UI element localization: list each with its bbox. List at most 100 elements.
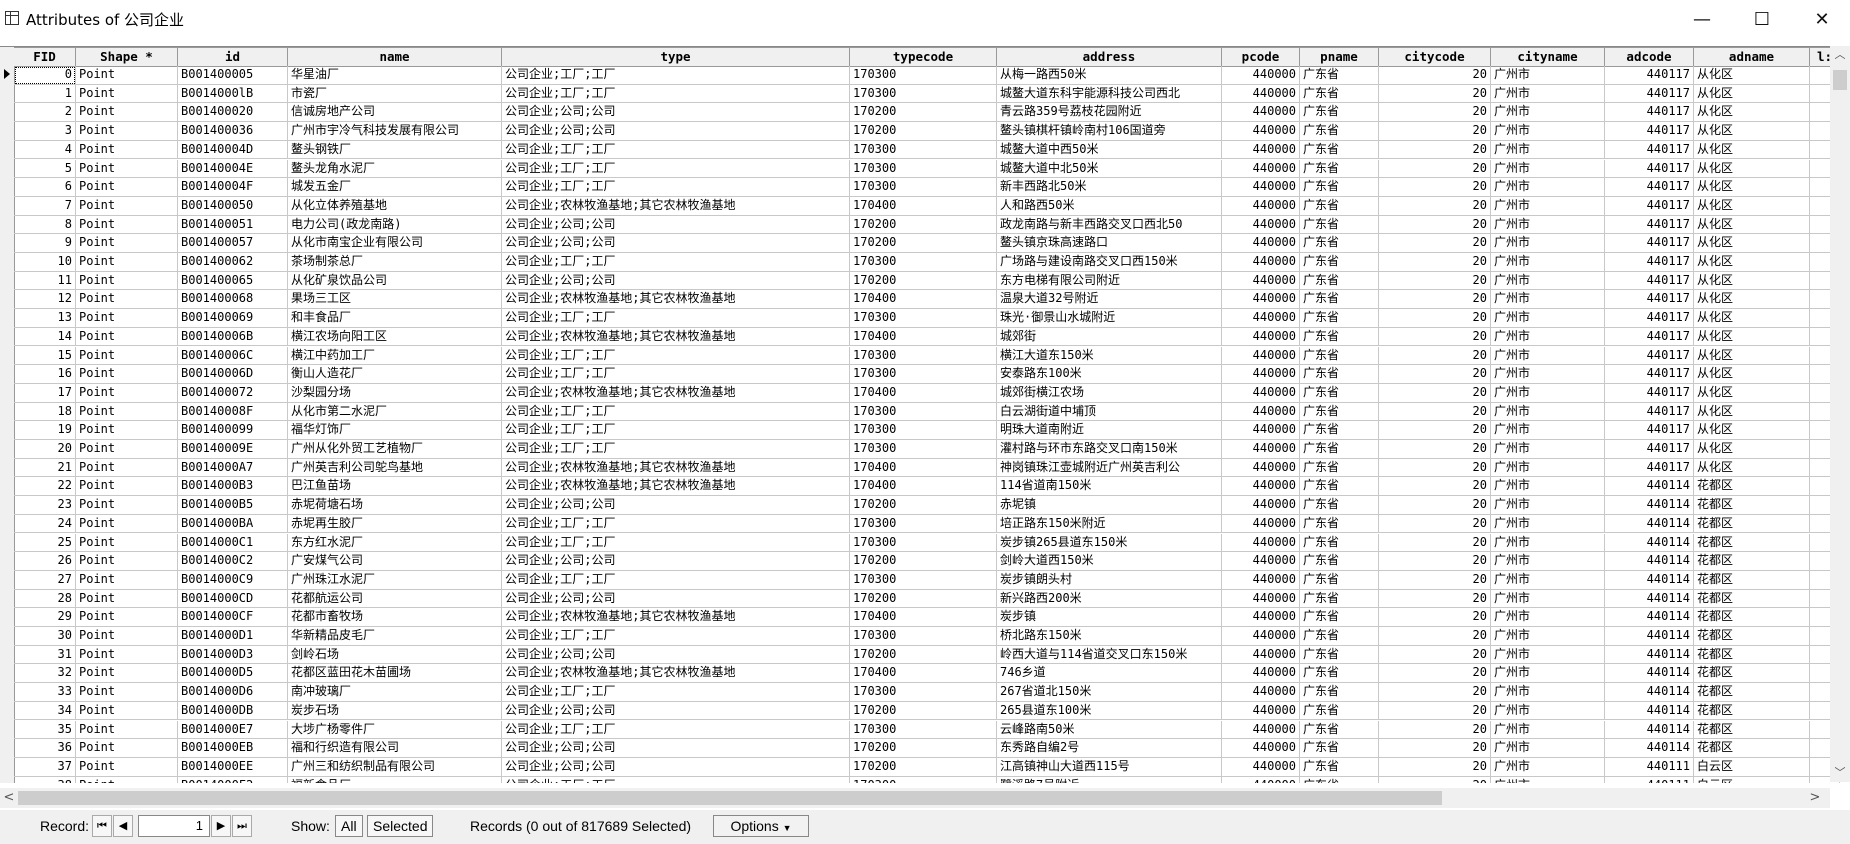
cell-adcode[interactable]: 440117 xyxy=(1605,103,1694,123)
table-row[interactable]: 25 Point B0014000C1 东方红水泥厂 公司企业;工厂;工厂 170300 炭… xyxy=(0,533,1850,553)
cell-typecode[interactable]: 170200 xyxy=(850,701,997,721)
table-row[interactable]: 3 Point B001400036 广州市宇冷气科技发展有限公司 公司企业;公司;公司… xyxy=(0,122,1850,141)
cell-cityname[interactable]: 广州市 xyxy=(1491,346,1605,366)
cell-pcode[interactable]: 440000 xyxy=(1222,383,1300,403)
cell-name[interactable]: 剑岭石场 xyxy=(288,645,502,665)
cell-name[interactable]: 鳌头龙角水泥厂 xyxy=(288,159,502,179)
cell-pname[interactable]: 广东省 xyxy=(1300,477,1379,497)
cell-cityname[interactable]: 广州市 xyxy=(1491,514,1605,534)
cell-shape[interactable]: Point xyxy=(76,589,178,609)
cell-shape[interactable]: Point xyxy=(76,608,178,627)
cell-typecode[interactable]: 170300 xyxy=(850,402,997,422)
cell-id[interactable]: B0014000A7 xyxy=(178,458,288,478)
cell-name[interactable]: 从化市第二水泥厂 xyxy=(288,402,502,422)
cell-adname[interactable]: 从化区 xyxy=(1694,159,1810,179)
cell-pcode[interactable]: 440000 xyxy=(1222,234,1300,253)
cell-address[interactable]: 人和路西50米 xyxy=(997,196,1222,216)
cell-pcode[interactable]: 440000 xyxy=(1222,477,1300,497)
cell-name[interactable]: 广州市宇冷气科技发展有限公司 xyxy=(288,122,502,141)
cell-citycode[interactable]: 20 xyxy=(1379,215,1491,235)
cell-type[interactable]: 公司企业;公司;公司 xyxy=(502,552,850,571)
cell-cityname[interactable]: 广州市 xyxy=(1491,402,1605,422)
cell-name[interactable]: 信诚房地产公司 xyxy=(288,103,502,123)
cell-address[interactable]: 城鳌大道东科宇能源科技公司西北 xyxy=(997,84,1222,104)
cell-pcode[interactable]: 440000 xyxy=(1222,514,1300,534)
cell-adcode[interactable]: 440117 xyxy=(1605,402,1694,422)
cell-name[interactable]: 巴江鱼苗场 xyxy=(288,477,502,497)
cell-type[interactable]: 公司企业;工厂;工厂 xyxy=(502,159,850,179)
show-all-button[interactable]: All xyxy=(335,815,363,837)
cell-adname[interactable]: 白云区 xyxy=(1694,776,1810,783)
cell-shape[interactable]: Point xyxy=(76,496,178,515)
cell-cityname[interactable]: 广州市 xyxy=(1491,421,1605,440)
cell-fid[interactable]: 26 xyxy=(14,552,76,571)
cell-fid[interactable]: 22 xyxy=(14,477,76,497)
cell-name[interactable]: 东方红水泥厂 xyxy=(288,533,502,553)
cell-fid[interactable]: 13 xyxy=(14,309,76,328)
cell-adcode[interactable]: 440114 xyxy=(1605,739,1694,758)
cell-fid[interactable]: 18 xyxy=(14,402,76,422)
cell-address[interactable]: 岭西大道与114省道交叉口东150米 xyxy=(997,645,1222,665)
cell-name[interactable]: 大埗广杨零件厂 xyxy=(288,720,502,740)
cell-address[interactable]: 267省道北150米 xyxy=(997,683,1222,702)
cell-type[interactable]: 公司企业;工厂;工厂 xyxy=(502,421,850,440)
cell-id[interactable]: B0014000CF xyxy=(178,608,288,627)
last-record-icon[interactable]: ⏭ xyxy=(232,815,252,837)
cell-id[interactable]: B0014000EE xyxy=(178,757,288,777)
cell-pname[interactable]: 广东省 xyxy=(1300,627,1379,646)
cell-adcode[interactable]: 440117 xyxy=(1605,253,1694,272)
cell-name[interactable]: 花都航运公司 xyxy=(288,589,502,609)
cell-typecode[interactable]: 170400 xyxy=(850,477,997,497)
cell-adcode[interactable]: 440114 xyxy=(1605,683,1694,702)
cell-cityname[interactable]: 广州市 xyxy=(1491,178,1605,197)
cell-type[interactable]: 公司企业;工厂;工厂 xyxy=(502,84,850,104)
cell-pname[interactable]: 广东省 xyxy=(1300,533,1379,553)
cell-pcode[interactable]: 440000 xyxy=(1222,701,1300,721)
cell-adcode[interactable]: 440114 xyxy=(1605,589,1694,609)
cell-cityname[interactable]: 广州市 xyxy=(1491,140,1605,160)
cell-fid[interactable]: 12 xyxy=(14,290,76,310)
cell-citycode[interactable]: 20 xyxy=(1379,309,1491,328)
cell-shape[interactable]: Point xyxy=(76,122,178,141)
cell-typecode[interactable]: 170300 xyxy=(850,627,997,646)
cell-id[interactable]: B001400072 xyxy=(178,383,288,403)
table-row[interactable]: 32 Point B0014000D5 花都区蓝田花木苗圃场 公司企业;农林牧渔基地;其… xyxy=(0,664,1850,684)
cell-pname[interactable]: 广东省 xyxy=(1300,66,1379,85)
cell-pname[interactable]: 广东省 xyxy=(1300,757,1379,777)
cell-adcode[interactable]: 440117 xyxy=(1605,309,1694,328)
cell-pname[interactable]: 广东省 xyxy=(1300,664,1379,684)
cell-address[interactable]: 横江大道东150米 xyxy=(997,346,1222,366)
cell-id[interactable]: B001400057 xyxy=(178,234,288,253)
cell-citycode[interactable]: 20 xyxy=(1379,66,1491,85)
cell-typecode[interactable]: 170200 xyxy=(850,271,997,291)
cell-type[interactable]: 公司企业;农林牧渔基地;其它农林牧渔基地 xyxy=(502,458,850,478)
cell-fid[interactable]: 32 xyxy=(14,664,76,684)
cell-type[interactable]: 公司企业;工厂;工厂 xyxy=(502,365,850,384)
cell-adcode[interactable]: 440117 xyxy=(1605,365,1694,384)
cell-id[interactable]: B0014000F2 xyxy=(178,776,288,783)
cell-id[interactable]: B0014000D3 xyxy=(178,645,288,665)
cell-address[interactable]: 炭步镇265县道东150米 xyxy=(997,533,1222,553)
cell-address[interactable]: 政龙南路与新丰西路交叉口西北50 xyxy=(997,215,1222,235)
cell-typecode[interactable]: 170300 xyxy=(850,159,997,179)
cell-fid[interactable]: 19 xyxy=(14,421,76,440)
cell-adcode[interactable]: 440117 xyxy=(1605,234,1694,253)
cell-citycode[interactable]: 20 xyxy=(1379,290,1491,310)
cell-adname[interactable]: 花都区 xyxy=(1694,552,1810,571)
cell-type[interactable]: 公司企业;工厂;工厂 xyxy=(502,533,850,553)
cell-id[interactable]: B0014000C9 xyxy=(178,570,288,590)
cell-adcode[interactable]: 440114 xyxy=(1605,570,1694,590)
cell-shape[interactable]: Point xyxy=(76,140,178,160)
cell-fid[interactable]: 21 xyxy=(14,458,76,478)
cell-adname[interactable]: 从化区 xyxy=(1694,234,1810,253)
cell-adname[interactable]: 从化区 xyxy=(1694,66,1810,85)
cell-citycode[interactable]: 20 xyxy=(1379,645,1491,665)
scroll-left-icon[interactable]: < xyxy=(0,788,18,808)
cell-name[interactable]: 赤坭荷塘石场 xyxy=(288,496,502,515)
cell-pname[interactable]: 广东省 xyxy=(1300,383,1379,403)
cell-adname[interactable]: 从化区 xyxy=(1694,290,1810,310)
cell-typecode[interactable]: 170300 xyxy=(850,365,997,384)
cell-pcode[interactable]: 440000 xyxy=(1222,645,1300,665)
cell-citycode[interactable]: 20 xyxy=(1379,496,1491,515)
cell-type[interactable]: 公司企业;工厂;工厂 xyxy=(502,402,850,422)
